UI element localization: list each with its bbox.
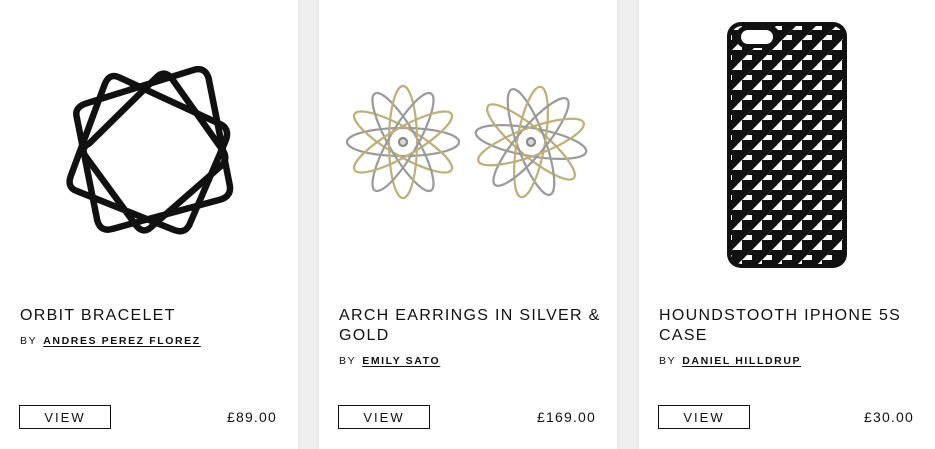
product-title[interactable]: HOUNDSTOOTH IPHONE 5S CASE bbox=[659, 306, 921, 346]
designer-byline: BY EMILY SATO bbox=[339, 355, 440, 367]
designer-link[interactable]: DANIEL HILLDRUP bbox=[682, 355, 801, 367]
product-image-link[interactable] bbox=[639, 0, 935, 290]
designer-link[interactable]: ANDRES PEREZ FLOREZ bbox=[43, 335, 201, 347]
product-title[interactable]: ARCH EARRINGS IN SILVER & GOLD bbox=[339, 306, 601, 346]
product-card: HOUNDSTOOTH IPHONE 5S CASE BY DANIEL HILL… bbox=[639, 0, 935, 449]
view-button[interactable]: VIEW bbox=[338, 405, 430, 429]
product-price: £30.00 bbox=[863, 409, 914, 425]
view-button[interactable]: VIEW bbox=[658, 405, 750, 429]
designer-link[interactable]: EMILY SATO bbox=[362, 355, 440, 367]
orbit-bracelet-image bbox=[66, 65, 234, 235]
by-label: BY bbox=[20, 335, 38, 347]
by-label: BY bbox=[339, 355, 357, 367]
product-price: £89.00 bbox=[226, 409, 277, 425]
product-price: £169.00 bbox=[536, 409, 596, 425]
product-card: ARCH EARRINGS IN SILVER & GOLD BY EMILY S… bbox=[319, 0, 617, 449]
product-card: ORBIT BRACELET BY ANDRES PEREZ FLOREZ VIE… bbox=[0, 0, 298, 449]
product-title[interactable]: ORBIT BRACELET bbox=[20, 306, 282, 326]
product-image-link[interactable] bbox=[0, 0, 298, 290]
product-image-link[interactable] bbox=[319, 0, 617, 290]
arch-earrings-image bbox=[345, 84, 588, 200]
houndstooth-phone-case-image bbox=[727, 22, 847, 268]
by-label: BY bbox=[659, 355, 677, 367]
designer-byline: BY DANIEL HILLDRUP bbox=[659, 355, 801, 367]
view-button[interactable]: VIEW bbox=[19, 405, 111, 429]
designer-byline: BY ANDRES PEREZ FLOREZ bbox=[20, 335, 201, 347]
